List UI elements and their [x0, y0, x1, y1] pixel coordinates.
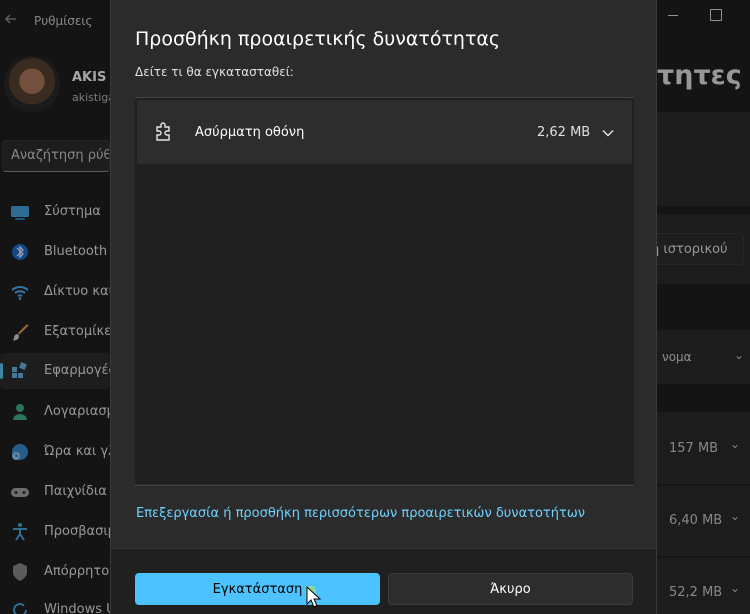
dialog-footer: Εγκατάσταση Άκυρο	[111, 548, 656, 614]
dialog-subtitle: Δείτε τι θα εγκατασταθεί:	[135, 65, 294, 79]
chevron-down-icon[interactable]	[601, 125, 615, 139]
cancel-button[interactable]: Άκυρο	[388, 573, 633, 605]
install-button[interactable]: Εγκατάσταση	[135, 573, 380, 605]
divider	[135, 485, 634, 486]
mouse-cursor-icon	[302, 585, 322, 610]
dialog-title: Προσθήκη προαιρετικής δυνατότητας	[135, 28, 501, 50]
puzzle-icon	[153, 122, 175, 144]
edit-add-features-link[interactable]: Επεξεργασία ή προσθήκη περισσότερων προα…	[136, 506, 585, 521]
feature-name: Ασύρματη οθόνη	[195, 125, 305, 140]
feature-size: 2,62 MB	[537, 125, 591, 140]
add-optional-feature-dialog: Προσθήκη προαιρετικής δυνατότητας Δείτε …	[110, 0, 657, 614]
feature-list: Ασύρματη οθόνη 2,62 MB	[135, 98, 634, 484]
feature-item-wireless-display[interactable]: Ασύρματη οθόνη 2,62 MB	[137, 100, 632, 164]
